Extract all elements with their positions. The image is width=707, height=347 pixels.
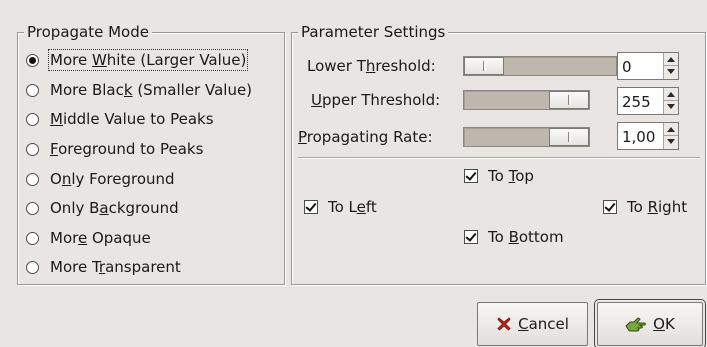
checkbox-to-bottom[interactable]: To Bottom: [464, 226, 564, 248]
spin-down-arrow-icon[interactable]: [664, 66, 678, 79]
radio-indicator[interactable]: [26, 231, 39, 245]
radio-indicator[interactable]: [26, 172, 39, 186]
radio-indicator[interactable]: [26, 142, 39, 156]
checkbox-indicator[interactable]: [603, 200, 617, 214]
radio-label: Middle Value to Peaks: [50, 110, 214, 128]
spin-up-arrow-icon[interactable]: [664, 53, 678, 66]
propagating-rate-slider[interactable]: [463, 127, 590, 147]
checkbox-to-right[interactable]: To Right: [603, 196, 687, 218]
radio-label: More White (Larger Value): [47, 49, 249, 71]
radio-label: More Transparent: [50, 258, 181, 276]
checkbox-to-left[interactable]: To Left: [304, 196, 377, 218]
radio-more-black[interactable]: More Black (Smaller Value): [26, 78, 252, 102]
checkbox-indicator[interactable]: [304, 200, 318, 214]
radio-more-opaque[interactable]: More Opaque: [26, 226, 151, 250]
spin-down-arrow-icon[interactable]: [664, 136, 678, 149]
spin-up-arrow-icon[interactable]: [664, 88, 678, 101]
checkbox-indicator[interactable]: [464, 169, 478, 183]
radio-indicator[interactable]: [26, 201, 39, 215]
spin-value[interactable]: 255: [622, 92, 651, 112]
spin-buttons: [663, 123, 678, 149]
lower-threshold-spinbox[interactable]: 0: [617, 52, 679, 80]
radio-more-transparent[interactable]: More Transparent: [26, 255, 181, 279]
lower-threshold-slider[interactable]: [463, 56, 617, 76]
ok-button[interactable]: OK: [594, 299, 706, 347]
radio-label: Only Background: [50, 199, 179, 217]
radio-indicator[interactable]: [26, 260, 39, 274]
checkbox-label: To Bottom: [488, 228, 564, 246]
radio-more-white[interactable]: More White (Larger Value): [26, 48, 249, 72]
radio-label: Foreground to Peaks: [50, 140, 204, 158]
propagate-mode-title: Propagate Mode: [24, 22, 152, 42]
radio-indicator[interactable]: [26, 53, 39, 67]
cancel-button[interactable]: Cancel: [477, 302, 588, 346]
radio-foreground-to-peaks[interactable]: Foreground to Peaks: [26, 137, 203, 161]
spin-buttons: [663, 53, 678, 79]
radio-only-background[interactable]: Only Background: [26, 196, 179, 220]
radio-label: More Opaque: [50, 229, 151, 247]
radio-indicator[interactable]: [26, 83, 39, 97]
propagating-rate-spinbox[interactable]: 1,00: [617, 122, 679, 150]
radio-label: More Black (Smaller Value): [50, 81, 253, 99]
radio-label: Only Foreground: [50, 170, 175, 188]
cancel-x-icon: [496, 316, 512, 332]
checkbox-to-top[interactable]: To Top: [464, 165, 534, 187]
radio-only-foreground[interactable]: Only Foreground: [26, 167, 175, 191]
propagating-rate-label: Propagating Rate:: [298, 128, 433, 146]
radio-indicator[interactable]: [26, 112, 39, 126]
ok-label: OK: [653, 315, 675, 333]
lower-threshold-label: Lower Threshold:: [307, 57, 436, 75]
upper-threshold-spinbox[interactable]: 255: [617, 87, 679, 115]
slider-handle[interactable]: [549, 128, 589, 146]
spin-down-arrow-icon[interactable]: [664, 101, 678, 114]
spin-value[interactable]: 0: [622, 57, 632, 77]
checkbox-label: To Left: [328, 198, 377, 216]
checkbox-label: To Top: [488, 167, 534, 185]
upper-threshold-slider[interactable]: [463, 90, 590, 110]
radio-middle-value-to-peaks[interactable]: Middle Value to Peaks: [26, 107, 214, 131]
upper-threshold-label: Upper Threshold:: [311, 91, 441, 109]
checkbox-indicator[interactable]: [464, 230, 478, 244]
spin-up-arrow-icon[interactable]: [664, 123, 678, 136]
spin-buttons: [663, 88, 678, 114]
separator: [298, 157, 700, 159]
slider-handle[interactable]: [549, 91, 589, 109]
checkbox-label: To Right: [627, 198, 688, 216]
cancel-label: Cancel: [518, 315, 569, 333]
parameter-settings-title: Parameter Settings: [298, 22, 449, 42]
slider-handle[interactable]: [464, 57, 504, 75]
ok-hand-icon: [625, 316, 647, 332]
spin-value[interactable]: 1,00: [622, 127, 655, 147]
